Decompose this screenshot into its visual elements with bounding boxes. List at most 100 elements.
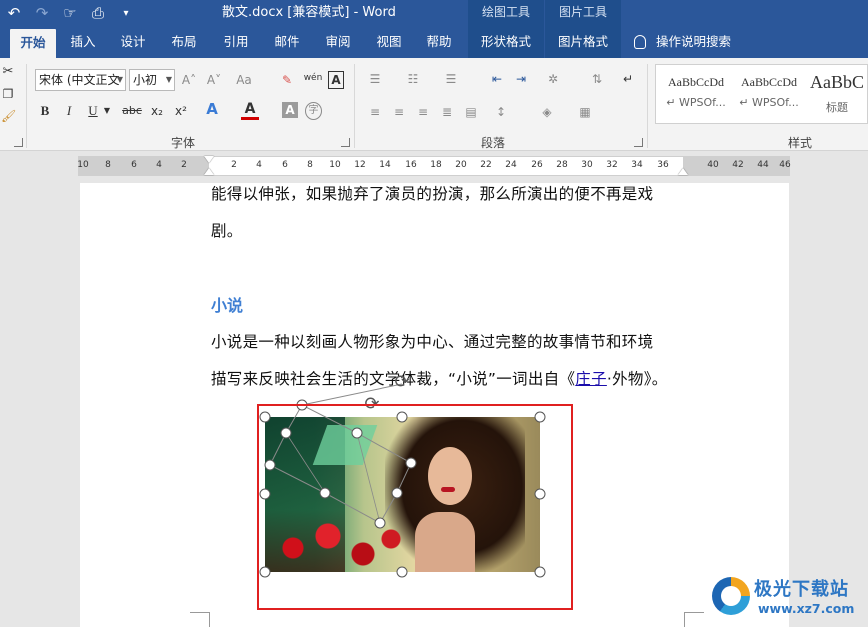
style-item[interactable]: AaBbCcDd ↵ WPSOf... [660, 69, 732, 121]
tab-layout[interactable]: 布局 [163, 26, 205, 58]
tab-shape-format[interactable]: 形状格式 [468, 26, 544, 58]
copy-icon[interactable]: ❐ [1, 86, 15, 102]
ruler-tick: 32 [606, 160, 618, 170]
increase-indent-icon[interactable]: ⇥ [512, 71, 530, 87]
font-size-select[interactable]: 小初 ▼ [129, 69, 175, 91]
separator [26, 64, 27, 148]
enclose-characters-icon[interactable]: 字 [305, 102, 322, 120]
paragraph-line: 描写来反映社会生活的文学体裁，“小说”一词出自《庄子·外物》。 [211, 367, 668, 389]
line-spacing-icon[interactable]: ↕ [492, 104, 510, 120]
right-indent-marker[interactable] [678, 168, 688, 175]
drawing-tools-label: 绘图工具 [468, 0, 544, 26]
phonetic-guide-icon[interactable]: wén [303, 70, 323, 86]
tab-insert[interactable]: 插入 [62, 26, 104, 58]
ruler-tick: 8 [105, 160, 111, 170]
sort-icon[interactable]: ⇅ [589, 71, 605, 87]
shrink-font-icon[interactable]: A˅ [205, 72, 223, 88]
borders-icon[interactable]: ▦ [576, 104, 594, 120]
ruler-tick: 24 [505, 160, 517, 170]
tab-picture-format[interactable]: 图片格式 [545, 26, 621, 58]
ruler-tick: 46 [779, 160, 791, 170]
customize-qat-icon[interactable]: ▾ [112, 0, 140, 26]
tab-home[interactable]: 开始 [10, 29, 56, 58]
page-corner-mark [190, 612, 210, 627]
print-preview-icon[interactable]: ⎙ [84, 0, 112, 26]
page-corner-mark [684, 612, 704, 627]
ruler-tick: 44 [757, 160, 769, 170]
chevron-down-icon[interactable]: ▼ [102, 103, 112, 119]
touch-mode-icon[interactable]: ☞ [56, 0, 84, 26]
align-right-icon[interactable]: ≡ [414, 104, 432, 120]
justify-icon[interactable]: ≣ [438, 104, 456, 120]
bullets-icon[interactable]: ☰ [366, 71, 384, 87]
subscript-button[interactable]: x₂ [148, 103, 166, 119]
watermark-name: 极光下载站 [754, 579, 849, 600]
font-name-select[interactable]: 宋体 (中文正文 ▼ [35, 69, 126, 91]
font-color-icon[interactable]: A [242, 101, 258, 117]
paragraph-launcher-icon[interactable] [634, 138, 643, 147]
tab-design[interactable]: 设计 [112, 26, 154, 58]
undo-icon[interactable]: ↶ [0, 0, 28, 26]
tab-mailings[interactable]: 邮件 [266, 26, 308, 58]
paragraph-group-label: 段落 [480, 136, 505, 150]
numbering-icon[interactable]: ☷ [404, 71, 422, 87]
align-center-icon[interactable]: ≡ [390, 104, 408, 120]
multilevel-list-icon[interactable]: ☰ [442, 71, 460, 87]
section-heading: 小说 [211, 296, 244, 315]
ruler-tick: 16 [405, 160, 417, 170]
style-item-heading[interactable]: AaBbC 标题 [806, 69, 868, 121]
lightbulb-icon [634, 35, 646, 49]
ruler-tick: 28 [556, 160, 568, 170]
hanging-indent-marker[interactable] [204, 168, 214, 175]
tell-me-search[interactable]: 操作说明搜索 [634, 26, 731, 58]
align-left-icon[interactable]: ≡ [366, 104, 384, 120]
chinese-layout-icon[interactable]: ✲ [544, 71, 562, 87]
ruler-tick: 10 [329, 160, 341, 170]
ruler-margin-left [79, 157, 209, 175]
font-launcher-icon[interactable] [341, 138, 350, 147]
style-item[interactable]: AaBbCcDd ↵ WPSOf... [734, 69, 804, 121]
character-shading-icon[interactable]: A [282, 102, 298, 118]
grow-font-icon[interactable]: A˄ [180, 72, 198, 88]
ruler-tick: 2 [181, 160, 187, 170]
change-case-icon[interactable]: Aa [233, 72, 255, 88]
separator [354, 64, 355, 148]
paragraph-line: 小说是一种以刻画人物形象为中心、通过完整的故事情节和环境 [211, 333, 654, 351]
decrease-indent-icon[interactable]: ⇤ [488, 71, 506, 87]
ruler-tick: 4 [156, 160, 162, 170]
first-line-indent-marker[interactable] [204, 156, 214, 163]
horizontal-ruler[interactable]: 10 8 6 4 2 2 4 6 8 10 12 14 16 18 20 22 … [77, 156, 791, 176]
clipboard-launcher-icon[interactable] [14, 138, 23, 147]
italic-button[interactable]: I [61, 103, 77, 119]
bold-button[interactable]: B [37, 103, 53, 119]
tab-references[interactable]: 引用 [215, 26, 257, 58]
ruler-tick: 26 [531, 160, 543, 170]
underline-button[interactable]: U [85, 103, 101, 119]
ruler-tick: 42 [732, 160, 744, 170]
text-effects-icon[interactable]: A [203, 101, 221, 117]
ribbon-tabs: 开始 插入 设计 布局 引用 邮件 审阅 视图 帮助 形状格式 图片格式 [0, 26, 868, 58]
chevron-down-icon: ▼ [165, 75, 172, 84]
hyperlink[interactable]: 庄子 [575, 370, 607, 388]
title-bar: ↶ ↷ ☞ ⎙ ▾ 散文.docx [兼容模式] - Word 绘图工具 图片工… [0, 0, 868, 26]
tab-review[interactable]: 审阅 [317, 26, 359, 58]
cut-icon[interactable]: ✂ [1, 64, 15, 80]
superscript-button[interactable]: x² [172, 103, 190, 119]
clear-formatting-icon[interactable]: ✎ [278, 72, 296, 88]
format-painter-icon[interactable]: 🖌 [1, 108, 16, 124]
font-color-swatch [241, 117, 259, 120]
tab-help[interactable]: 帮助 [418, 26, 460, 58]
shape-rotate-handle-icon[interactable]: ⟳ [394, 372, 409, 393]
character-border-icon[interactable]: A [328, 71, 344, 89]
show-marks-icon[interactable]: ↵ [620, 71, 636, 87]
ruler-tick: 20 [455, 160, 467, 170]
redo-icon[interactable]: ↷ [28, 0, 56, 26]
strikethrough-button[interactable]: abc [120, 103, 144, 119]
shading-icon[interactable]: ◈ [538, 104, 556, 120]
ruler-tick: 40 [707, 160, 719, 170]
picture-tools-label: 图片工具 [545, 0, 621, 26]
ruler-tick: 4 [256, 160, 262, 170]
distributed-icon[interactable]: ▤ [462, 104, 480, 120]
tab-view[interactable]: 视图 [368, 26, 410, 58]
ruler-tick: 22 [480, 160, 492, 170]
